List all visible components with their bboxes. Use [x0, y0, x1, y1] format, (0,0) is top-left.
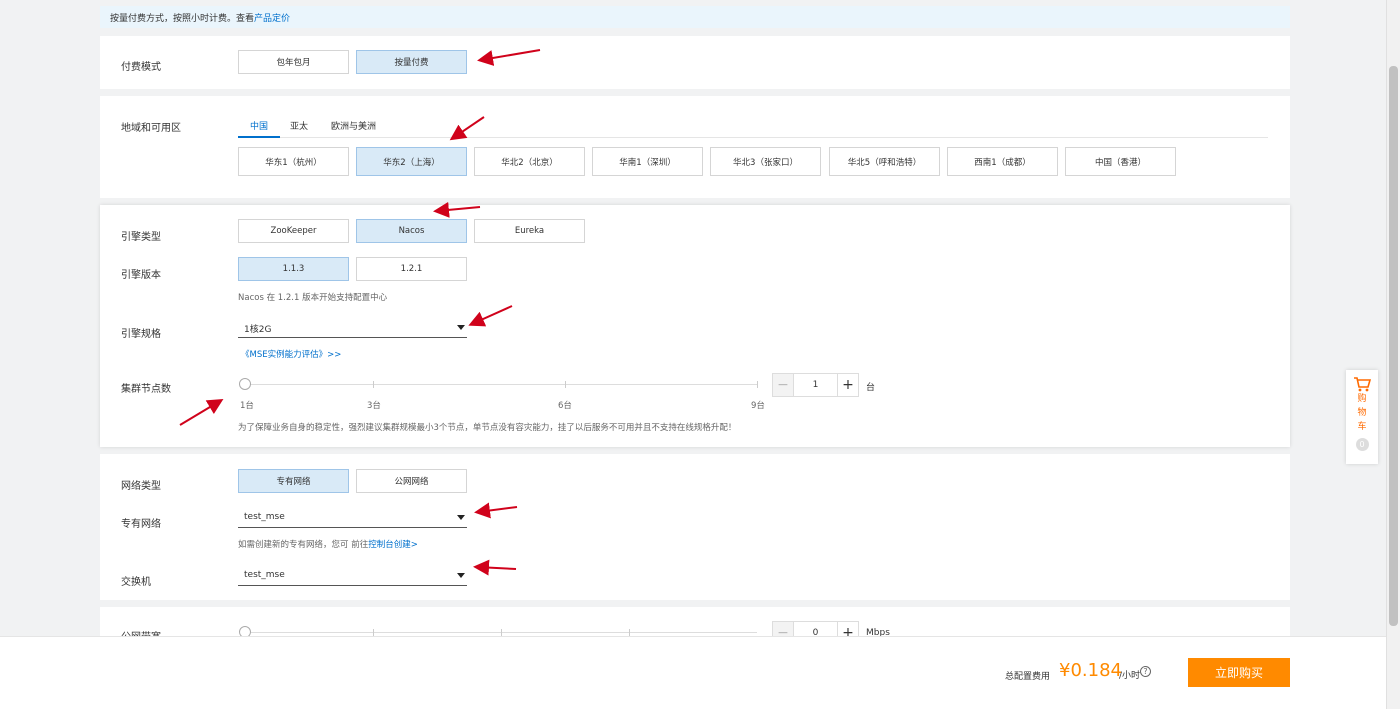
tab-asia-pacific[interactable]: 亚太	[290, 119, 308, 132]
zone-button-shenzhen[interactable]: 华南1（深圳）	[592, 147, 703, 176]
floating-cart[interactable]: 购 物 车 0	[1346, 370, 1378, 464]
nodes-decrement-button[interactable]: −	[773, 374, 793, 396]
cart-icon	[1354, 377, 1371, 392]
version-121-button[interactable]: 1.2.1	[356, 257, 467, 281]
nodes-unit: 台	[866, 383, 876, 393]
billing-label: 付费模式	[121, 62, 161, 73]
zone-button-shanghai[interactable]: 华东2（上海）	[356, 147, 467, 176]
network-public-button[interactable]: 公网网络	[356, 469, 467, 493]
network-vpc-button[interactable]: 专有网络	[238, 469, 349, 493]
engine-version-label: 引擎版本	[121, 270, 161, 281]
nodes-slider-track[interactable]	[245, 384, 757, 385]
network-type-label: 网络类型	[121, 481, 161, 492]
tab-china[interactable]: 中国	[250, 119, 268, 132]
vpc-hint-text: 如需创建新的专有网络，您可 前往	[238, 540, 369, 550]
nodes-stepper[interactable]: − 1 +	[772, 373, 859, 397]
cart-label-char: 物	[1357, 408, 1367, 418]
version-113-button[interactable]: 1.1.3	[238, 257, 349, 281]
zone-button-huhehaote[interactable]: 华北5（呼和浩特）	[829, 147, 940, 176]
engine-type-label: 引擎类型	[121, 232, 161, 243]
vswitch-select[interactable]: test_mse	[238, 564, 467, 586]
vpc-value: test_mse	[244, 512, 285, 522]
vpc-select[interactable]: test_mse	[238, 506, 467, 528]
footer-bar	[0, 636, 1386, 709]
nodes-increment-button[interactable]: +	[838, 374, 858, 396]
pricing-link[interactable]: 产品定价	[254, 14, 290, 24]
nodes-tick-label: 6台	[558, 401, 572, 411]
engine-spec-label: 引擎规格	[121, 329, 161, 340]
scrollbar-thumb[interactable]	[1389, 66, 1398, 626]
price-unit: /小时	[1119, 671, 1141, 681]
buy-now-button[interactable]: 立即购买	[1188, 658, 1290, 687]
chevron-down-icon	[457, 515, 465, 520]
capability-assessment-link[interactable]: 《MSE实例能力评估》>>	[241, 348, 341, 360]
zone-button-zhangjiakou[interactable]: 华北3（张家口）	[710, 147, 821, 176]
zone-button-hongkong[interactable]: 中国（香港）	[1065, 147, 1176, 176]
cart-label-char: 车	[1357, 422, 1367, 432]
cart-count-badge: 0	[1355, 438, 1369, 451]
engine-spec-select[interactable]: 1核2G	[238, 316, 467, 338]
bandwidth-slider-tick	[373, 629, 374, 636]
notice-text: 按量付费方式，按照小时计费。查看	[110, 14, 255, 24]
region-label: 地域和可用区	[121, 123, 181, 134]
cost-label: 总配置费用	[1005, 672, 1051, 682]
nodes-slider-tick	[565, 381, 566, 388]
bandwidth-slider-tick	[501, 629, 502, 636]
nodes-slider-tick	[373, 381, 374, 388]
total-price: ¥0.184	[1059, 660, 1122, 681]
billing-subscription-button[interactable]: 包年包月	[238, 50, 349, 74]
zone-button-hangzhou[interactable]: 华东1（杭州）	[238, 147, 349, 176]
tab-europe-americas[interactable]: 欧洲与美洲	[331, 119, 376, 132]
nodes-slider-handle[interactable]	[239, 378, 251, 390]
cart-label-char: 购	[1357, 394, 1367, 404]
zone-button-beijing[interactable]: 华北2（北京）	[474, 147, 585, 176]
nodes-warning: 为了保障业务自身的稳定性，强烈建议集群规模最小3个节点，单节点没有容灾能力，挂了…	[238, 423, 737, 433]
bandwidth-slider-tick	[629, 629, 630, 636]
nodes-tick-label: 1台	[240, 401, 254, 411]
help-icon[interactable]: ?	[1140, 666, 1151, 677]
chevron-down-icon	[457, 325, 465, 330]
engine-eureka-button[interactable]: Eureka	[474, 219, 585, 243]
vswitch-label: 交换机	[121, 577, 151, 588]
nodes-label: 集群节点数	[121, 384, 171, 395]
engine-zookeeper-button[interactable]: ZooKeeper	[238, 219, 349, 243]
console-create-link[interactable]: 控制台创建>	[368, 540, 418, 550]
engine-spec-value: 1核2G	[244, 325, 272, 335]
vpc-label: 专有网络	[121, 519, 161, 530]
nodes-tick-label: 9台	[751, 401, 765, 411]
nodes-value[interactable]: 1	[793, 374, 838, 396]
region-tab-active-bar	[238, 136, 280, 138]
nodes-slider-tick	[757, 381, 758, 388]
nodes-tick-label: 3台	[367, 401, 381, 411]
engine-nacos-button[interactable]: Nacos	[356, 219, 467, 243]
vpc-hint: 如需创建新的专有网络，您可 前往控制台创建>	[238, 538, 418, 550]
notice-bar: 按量付费方式，按照小时计费。查看产品定价	[100, 6, 1290, 28]
zone-button-chengdu[interactable]: 西南1（成都）	[947, 147, 1058, 176]
chevron-down-icon	[457, 573, 465, 578]
vswitch-value: test_mse	[244, 570, 285, 580]
billing-payg-button[interactable]: 按量付费	[356, 50, 467, 74]
region-tab-underline	[238, 137, 1268, 138]
version-hint: Nacos 在 1.2.1 版本开始支持配置中心	[238, 293, 388, 303]
